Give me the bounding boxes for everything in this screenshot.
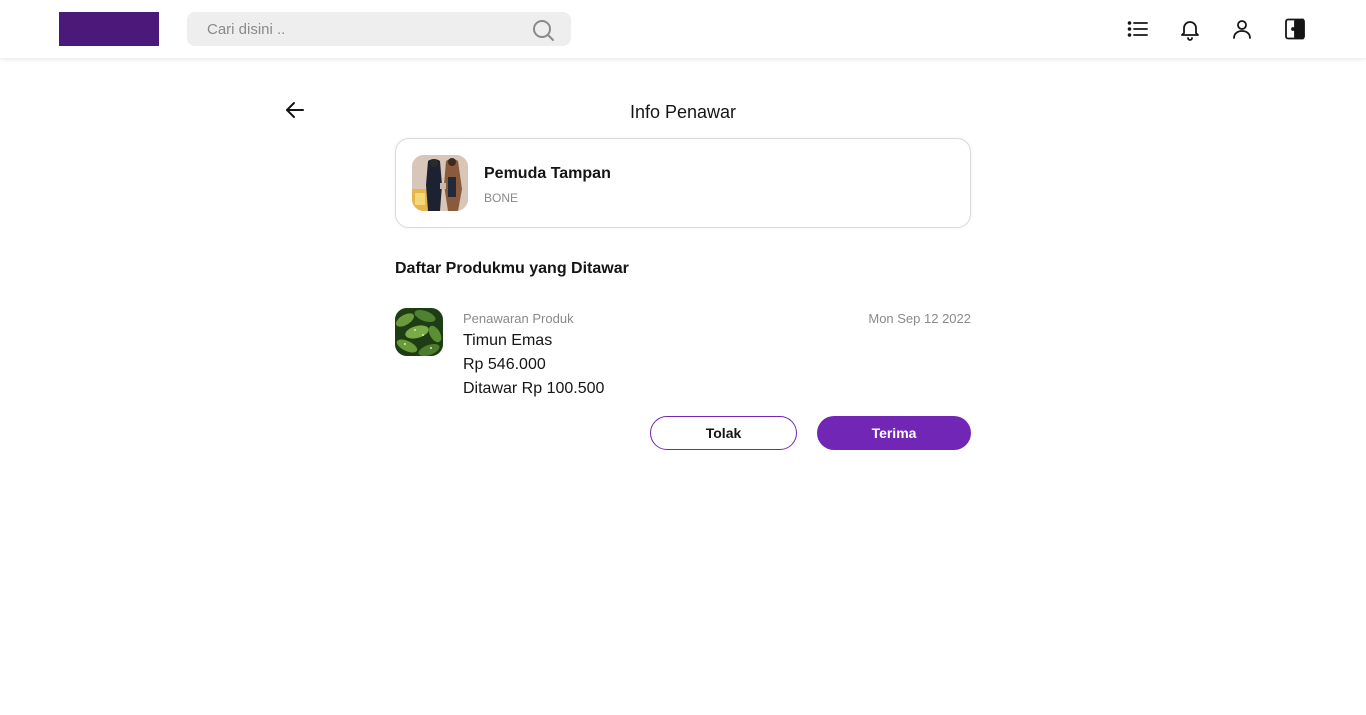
product-name: Timun Emas: [463, 332, 553, 349]
offered-price: Ditawar Rp 100.500: [463, 380, 605, 397]
search-icon[interactable]: [531, 18, 555, 42]
search-input[interactable]: [187, 12, 527, 46]
bell-icon[interactable]: [1178, 17, 1202, 41]
accept-button[interactable]: Terima: [817, 416, 971, 450]
top-navbar: [0, 0, 1366, 58]
buyer-city: BONE: [484, 191, 519, 205]
offers-section-title: Daftar Produkmu yang Ditawar: [395, 260, 629, 277]
buyer-avatar: [412, 155, 468, 211]
reject-button[interactable]: Tolak: [650, 416, 797, 450]
brand-logo[interactable]: [59, 12, 159, 46]
list-icon[interactable]: [1126, 17, 1150, 41]
product-price: Rp 546.000: [463, 356, 546, 373]
user-icon[interactable]: [1230, 17, 1254, 41]
logout-icon[interactable]: [1283, 17, 1307, 41]
search-bar: [187, 12, 571, 46]
offer-date: Mon Sep 12 2022: [868, 311, 971, 326]
page-title: Info Penawar: [629, 102, 737, 122]
product-thumbnail: [395, 308, 443, 356]
buyer-name: Pemuda Tampan: [484, 165, 611, 182]
buyer-card: Pemuda Tampan BONE: [395, 138, 971, 228]
offer-item: Penawaran Produk Mon Sep 12 2022 Timun E…: [395, 308, 971, 453]
offer-label: Penawaran Produk: [463, 311, 574, 326]
